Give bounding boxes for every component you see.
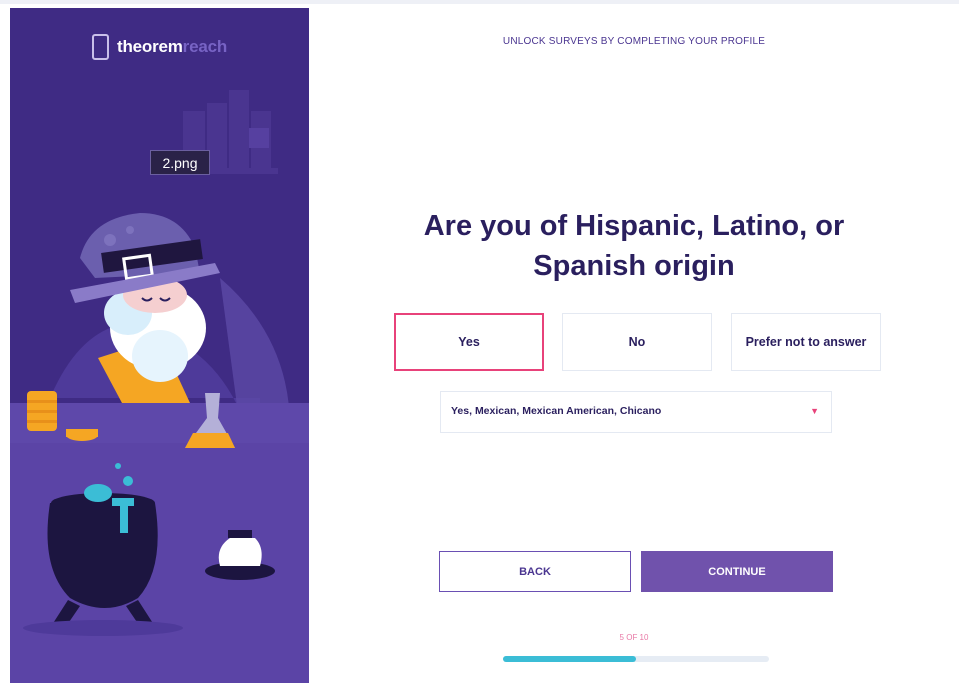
origin-dropdown[interactable]: Yes, Mexican, Mexican American, Chicano … [440,391,832,433]
option-yes-button[interactable]: Yes [394,313,544,371]
step-indicator: 5 OF 10 [619,633,649,642]
top-border [0,0,959,4]
main-panel: UNLOCK SURVEYS BY COMPLETING YOUR PROFIL… [309,8,959,683]
option-no-button[interactable]: No [562,313,712,371]
question-title: Are you of Hispanic, Latino, or Spanish … [419,206,849,286]
continue-button[interactable]: CONTINUE [641,551,833,592]
question-line-2: Spanish origin [533,250,735,282]
brand-name-bold: theorem [117,37,183,56]
page-header-title: UNLOCK SURVEYS BY COMPLETING YOUR PROFIL… [502,36,766,47]
wizard-illustration [10,8,309,683]
progress-bar-fill [503,656,636,662]
filename-overlay-tag: 2.png [150,150,210,175]
back-button[interactable]: BACK [439,551,631,592]
brand-logo[interactable]: theoremreach [92,34,227,60]
question-line-1: Are you of Hispanic, Latino, or [423,210,845,242]
phone-logo-icon [92,34,109,60]
brand-name-light: reach [182,37,228,56]
origin-dropdown-value: Yes, Mexican, Mexican American, Chicano [451,405,662,417]
progress-bar [503,656,769,662]
sidebar-illustration-panel: theoremreach [10,8,309,683]
option-prefer-not-button[interactable]: Prefer not to answer [731,313,881,371]
caret-down-icon: ▼ [810,406,819,416]
